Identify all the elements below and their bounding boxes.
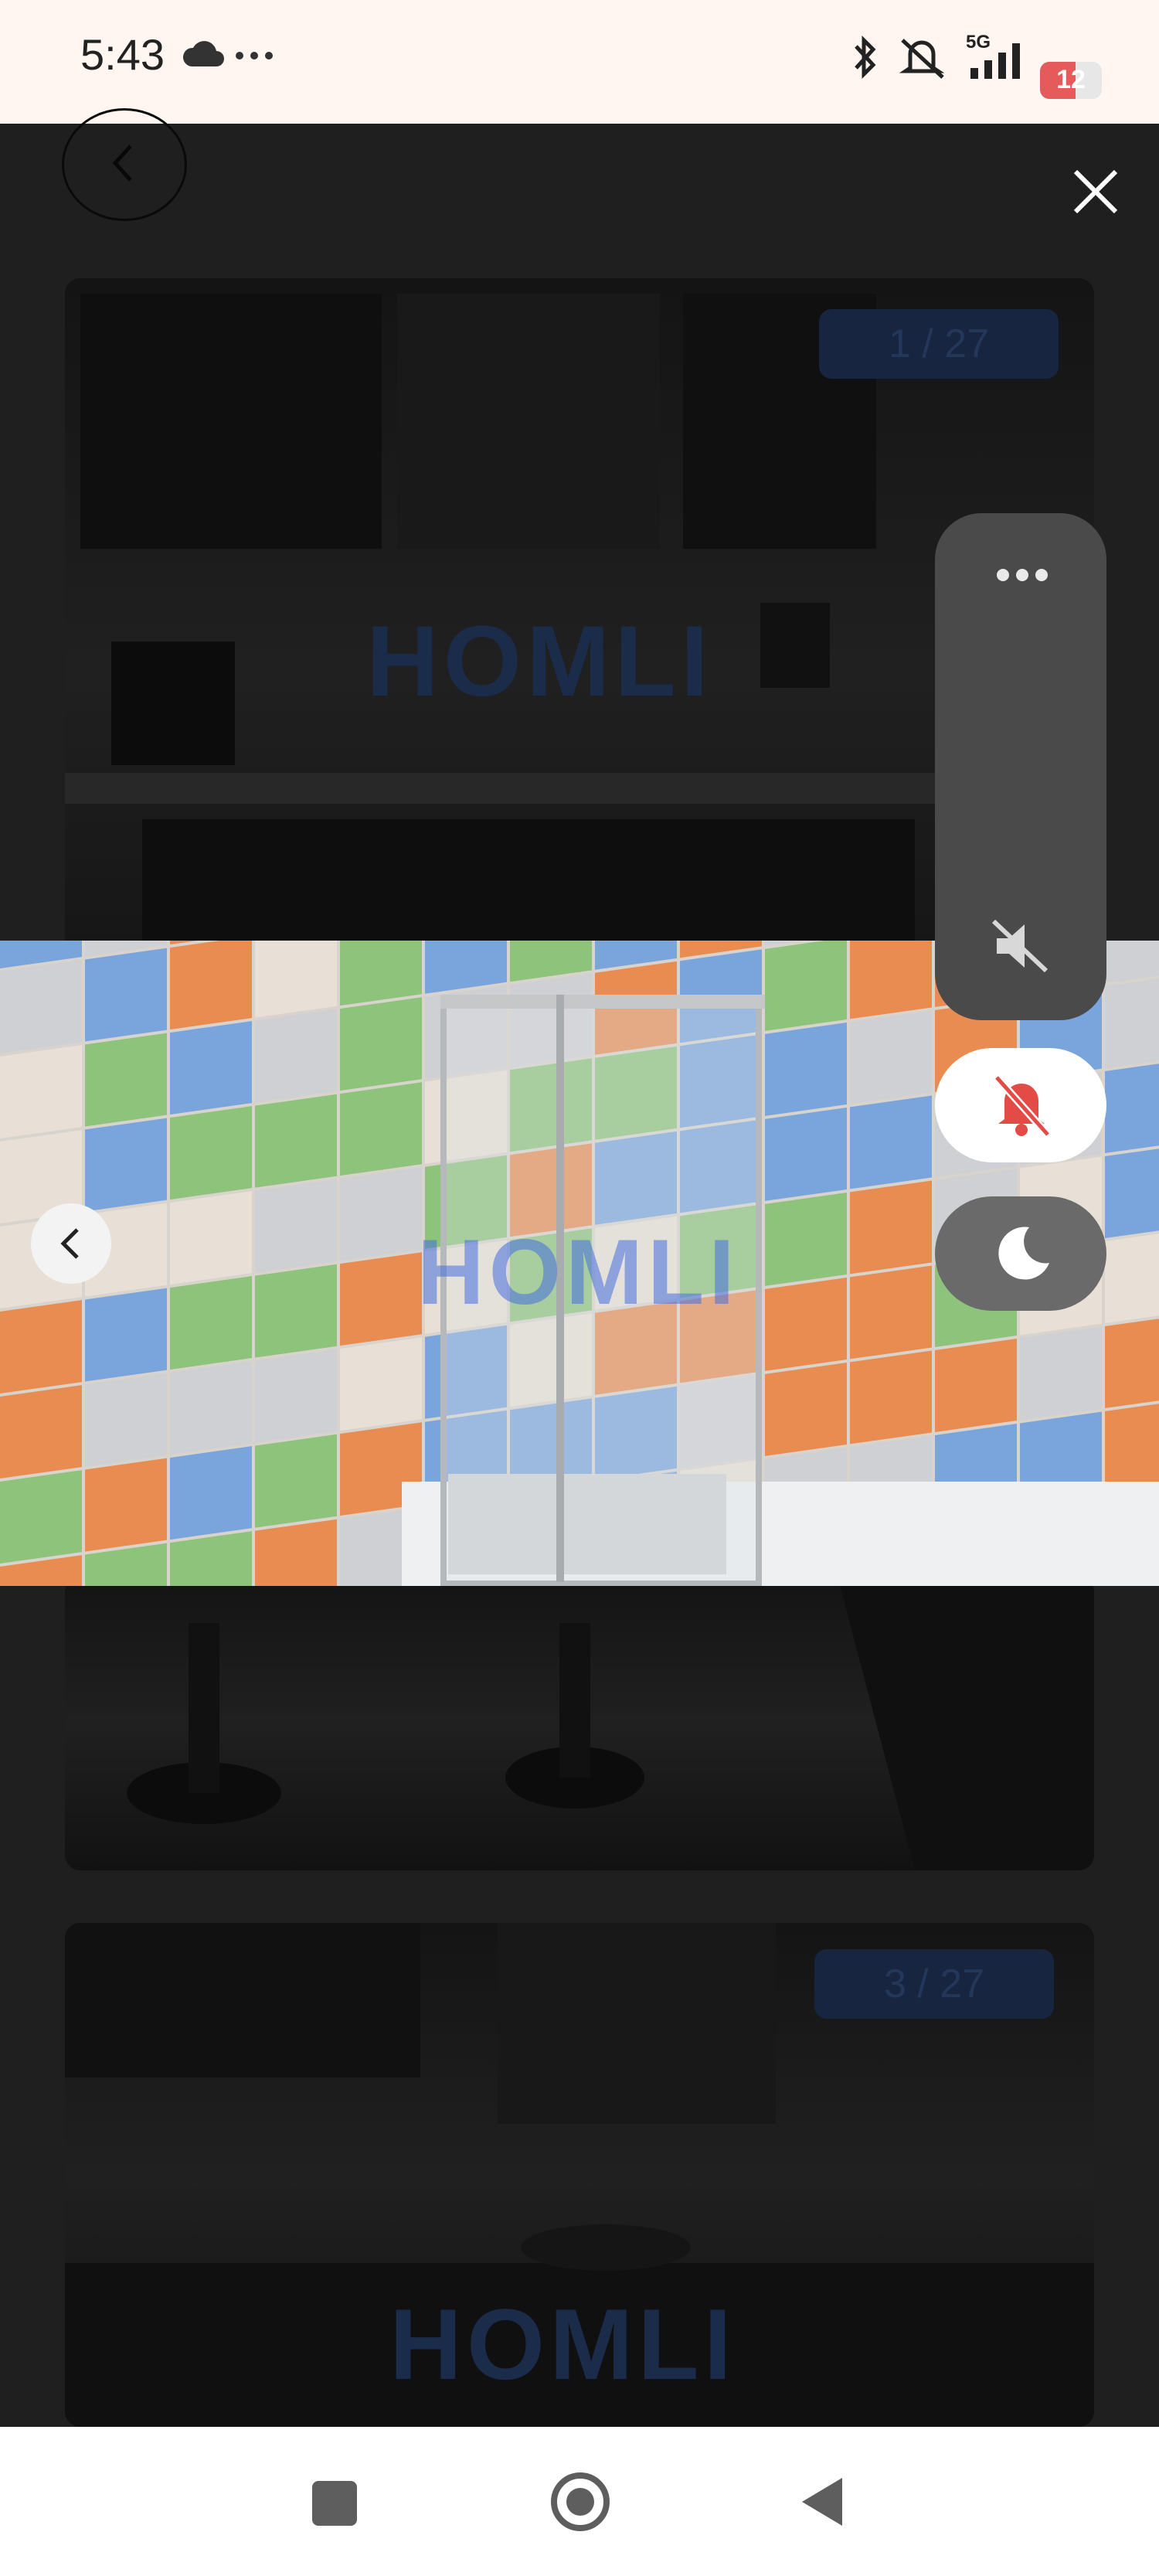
moon-icon [998, 1227, 1049, 1280]
close-button[interactable] [1066, 162, 1125, 221]
wall-tile [765, 1277, 847, 1371]
battery-level: 12 [1056, 65, 1086, 94]
night-mode-button[interactable] [935, 1196, 1106, 1311]
wall-tile [255, 1434, 337, 1528]
wall-tile [0, 1300, 82, 1393]
wall-tile [255, 1349, 337, 1443]
wall-tile [255, 1519, 337, 1586]
mute-icon[interactable] [989, 915, 1051, 977]
bluetooth-icon [855, 35, 876, 80]
gallery-card-2 [65, 1577, 1094, 1870]
wall-tile [85, 1118, 167, 1212]
previous-image-button[interactable] [31, 1203, 111, 1284]
image-counter: 1 / 27 [819, 309, 1059, 379]
wall-tile [340, 1082, 422, 1176]
more-dots-icon [236, 52, 273, 60]
wall-tile [255, 941, 337, 1018]
signal-5g-icon: 5G [966, 32, 1020, 79]
wall-tile [170, 1361, 252, 1455]
wall-tile [850, 1095, 932, 1189]
wall-tile [0, 1385, 82, 1479]
recents-button[interactable] [312, 2481, 357, 2526]
wall-tile [85, 1033, 167, 1127]
bell-off-icon [994, 1074, 1051, 1138]
silent-mode-icon [899, 39, 945, 79]
watermark: HOMLI [366, 604, 713, 717]
wall-tile [85, 1373, 167, 1467]
wall-tile [255, 1009, 337, 1103]
wall-tile [1105, 941, 1159, 984]
wall-tile [0, 1045, 82, 1138]
wall-tile [85, 1288, 167, 1382]
status-bar: 5:43 5G 12 [0, 0, 1159, 124]
cloud-icon [182, 41, 224, 66]
wall-tile [170, 1446, 252, 1540]
wall-tile [765, 1107, 847, 1201]
wall-tile [255, 1179, 337, 1273]
wall-tile [340, 1167, 422, 1261]
notifications-off-button[interactable] [935, 1048, 1106, 1162]
system-navigation-bar [0, 2427, 1159, 2576]
close-icon [1073, 169, 1118, 214]
gallery-card-3: 3 / 27 HOMLI [65, 1923, 1094, 2427]
wall-tile [1105, 1400, 1159, 1494]
image-counter: 3 / 27 [814, 1949, 1054, 2019]
wall-tile [170, 941, 252, 1030]
wall-tile [765, 1022, 847, 1116]
wall-tile [1105, 1060, 1159, 1154]
wall-tile [340, 941, 422, 1006]
home-button[interactable] [549, 2470, 612, 2533]
status-time: 5:43 [80, 30, 165, 79]
svg-text:5G: 5G [966, 32, 991, 53]
wall-tile [1105, 1315, 1159, 1409]
wall-tile [765, 1362, 847, 1456]
wall-tile [0, 960, 82, 1053]
wall-tile [170, 1106, 252, 1200]
wall-tile [1020, 1326, 1102, 1421]
main-watermark: HOMLI [417, 1220, 739, 1324]
wall-tile [85, 1458, 167, 1552]
wall-tile [340, 1337, 422, 1431]
wall-tile [765, 1192, 847, 1286]
wall-tile [850, 1265, 932, 1359]
wall-tile [340, 997, 422, 1091]
wall-tile [340, 1252, 422, 1346]
wall-tile [850, 941, 932, 1019]
more-options-icon[interactable] [995, 566, 1049, 584]
wall-tile [1105, 1145, 1159, 1239]
wall-tile [935, 1339, 1017, 1432]
back-triangle-button[interactable] [799, 2475, 845, 2529]
wall-tile [255, 1094, 337, 1188]
wall-tile [170, 1276, 252, 1370]
chevron-left-icon [112, 145, 132, 182]
wall-tile [1105, 975, 1159, 1069]
wall-tile [0, 1470, 82, 1564]
floating-control-panel [935, 513, 1106, 1020]
wall-tile [85, 948, 167, 1042]
wall-tile [255, 1264, 337, 1358]
wall-tile [425, 941, 507, 994]
wall-tile [850, 1180, 932, 1274]
wall-tile [170, 1021, 252, 1115]
back-button[interactable] [62, 108, 187, 221]
wall-tile [1105, 1230, 1159, 1324]
wall-tile [850, 1350, 932, 1445]
battery-icon: 12 [1040, 62, 1102, 99]
wall-tile [850, 1010, 932, 1104]
wall-tile [170, 1531, 252, 1586]
wall-tile [765, 941, 847, 1031]
watermark: HOMLI [389, 2288, 736, 2401]
chevron-left-icon [60, 1228, 79, 1259]
wall-tile [170, 1191, 252, 1285]
